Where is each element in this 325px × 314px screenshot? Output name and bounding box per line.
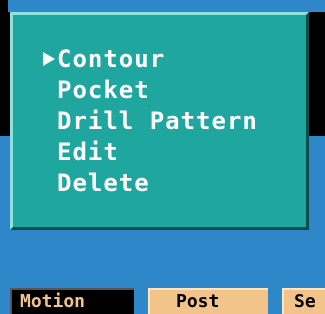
menu-item-delete[interactable]: Delete: [57, 168, 258, 199]
menu-item-label: Contour: [57, 45, 166, 73]
menu-item-label: Drill Pattern: [57, 107, 258, 135]
menu-item-label: Delete: [57, 169, 150, 197]
menu-item-drill-pattern[interactable]: Drill Pattern: [57, 106, 258, 137]
menu-item-pocket[interactable]: Pocket: [57, 75, 258, 106]
post-softkey[interactable]: Post: [148, 288, 268, 314]
motion-softkey[interactable]: Motion: [10, 288, 134, 314]
operation-menu: Contour Pocket Drill Pattern Edit Delete: [10, 12, 309, 230]
cnc-screen: Contour Pocket Drill Pattern Edit Delete…: [0, 0, 325, 314]
left-black-strip: [0, 0, 8, 136]
next-softkey[interactable]: Se: [282, 288, 325, 314]
softkey-bar: Motion Post Se: [0, 282, 325, 314]
menu-item-edit[interactable]: Edit: [57, 137, 258, 168]
cursor-arrow-icon: [43, 52, 55, 66]
operation-menu-list: Contour Pocket Drill Pattern Edit Delete: [43, 44, 258, 199]
menu-item-label: Pocket: [57, 76, 150, 104]
menu-item-contour[interactable]: Contour: [43, 44, 258, 75]
menu-item-label: Edit: [57, 138, 119, 166]
workspace-top: [8, 0, 325, 12]
